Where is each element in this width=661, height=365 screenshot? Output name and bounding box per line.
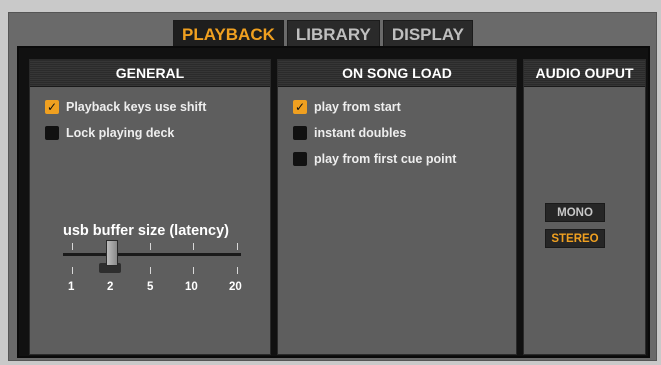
- checkbox-checked-icon[interactable]: ✓: [293, 100, 307, 114]
- option-label: Playback keys use shift: [66, 100, 207, 114]
- audio-output-panel: AUDIO OUPUT MONO STEREO: [523, 59, 646, 355]
- tab-bar: PLAYBACK LIBRARY DISPLAY: [173, 20, 473, 46]
- slider-tick: [150, 243, 151, 250]
- slider-tick: [237, 267, 238, 274]
- option-label: play from first cue point: [314, 152, 457, 166]
- tab-playback[interactable]: PLAYBACK: [173, 20, 284, 46]
- scale-label-1: 1: [68, 281, 75, 293]
- checkbox-empty-icon[interactable]: [293, 126, 307, 140]
- slider-tick: [193, 267, 194, 274]
- option-label: Lock playing deck: [66, 126, 175, 140]
- song-load-panel: ON SONG LOAD ✓ play from start instant d…: [277, 59, 517, 355]
- general-panel-title: GENERAL: [30, 60, 270, 87]
- scale-label-20: 20: [229, 281, 242, 293]
- slider-tick: [193, 243, 194, 250]
- playback-keys-shift-option[interactable]: ✓ Playback keys use shift: [45, 100, 206, 114]
- buffer-size-slider-knob[interactable]: [106, 240, 118, 266]
- song-load-panel-title: ON SONG LOAD: [278, 60, 516, 87]
- slider-tick: [72, 267, 73, 274]
- scale-label-2: 2: [107, 281, 114, 293]
- tab-display[interactable]: DISPLAY: [382, 20, 473, 46]
- play-from-first-cue-option[interactable]: play from first cue point: [293, 152, 456, 166]
- slider-tick: [237, 243, 238, 250]
- audio-output-panel-title: AUDIO OUPUT: [524, 60, 645, 87]
- stereo-button[interactable]: STEREO: [545, 229, 605, 248]
- lock-playing-deck-option[interactable]: Lock playing deck: [45, 126, 174, 140]
- checkbox-empty-icon[interactable]: [293, 152, 307, 166]
- option-label: play from start: [314, 100, 401, 114]
- instant-doubles-option[interactable]: instant doubles: [293, 126, 406, 140]
- slider-tick: [150, 267, 151, 274]
- tab-library[interactable]: LIBRARY: [286, 20, 380, 46]
- mono-button[interactable]: MONO: [545, 203, 605, 222]
- buffer-size-slider-track[interactable]: [63, 253, 241, 256]
- settings-area: GENERAL ✓ Playback keys use shift Lock p…: [17, 46, 650, 358]
- checkbox-empty-icon[interactable]: [45, 126, 59, 140]
- scale-label-5: 5: [147, 281, 154, 293]
- buffer-size-label: usb buffer size (latency): [63, 223, 229, 239]
- option-label: instant doubles: [314, 126, 407, 140]
- slider-tick: [72, 243, 73, 250]
- play-from-start-option[interactable]: ✓ play from start: [293, 100, 401, 114]
- checkbox-checked-icon[interactable]: ✓: [45, 100, 59, 114]
- scale-label-10: 10: [185, 281, 198, 293]
- general-panel: GENERAL ✓ Playback keys use shift Lock p…: [29, 59, 271, 355]
